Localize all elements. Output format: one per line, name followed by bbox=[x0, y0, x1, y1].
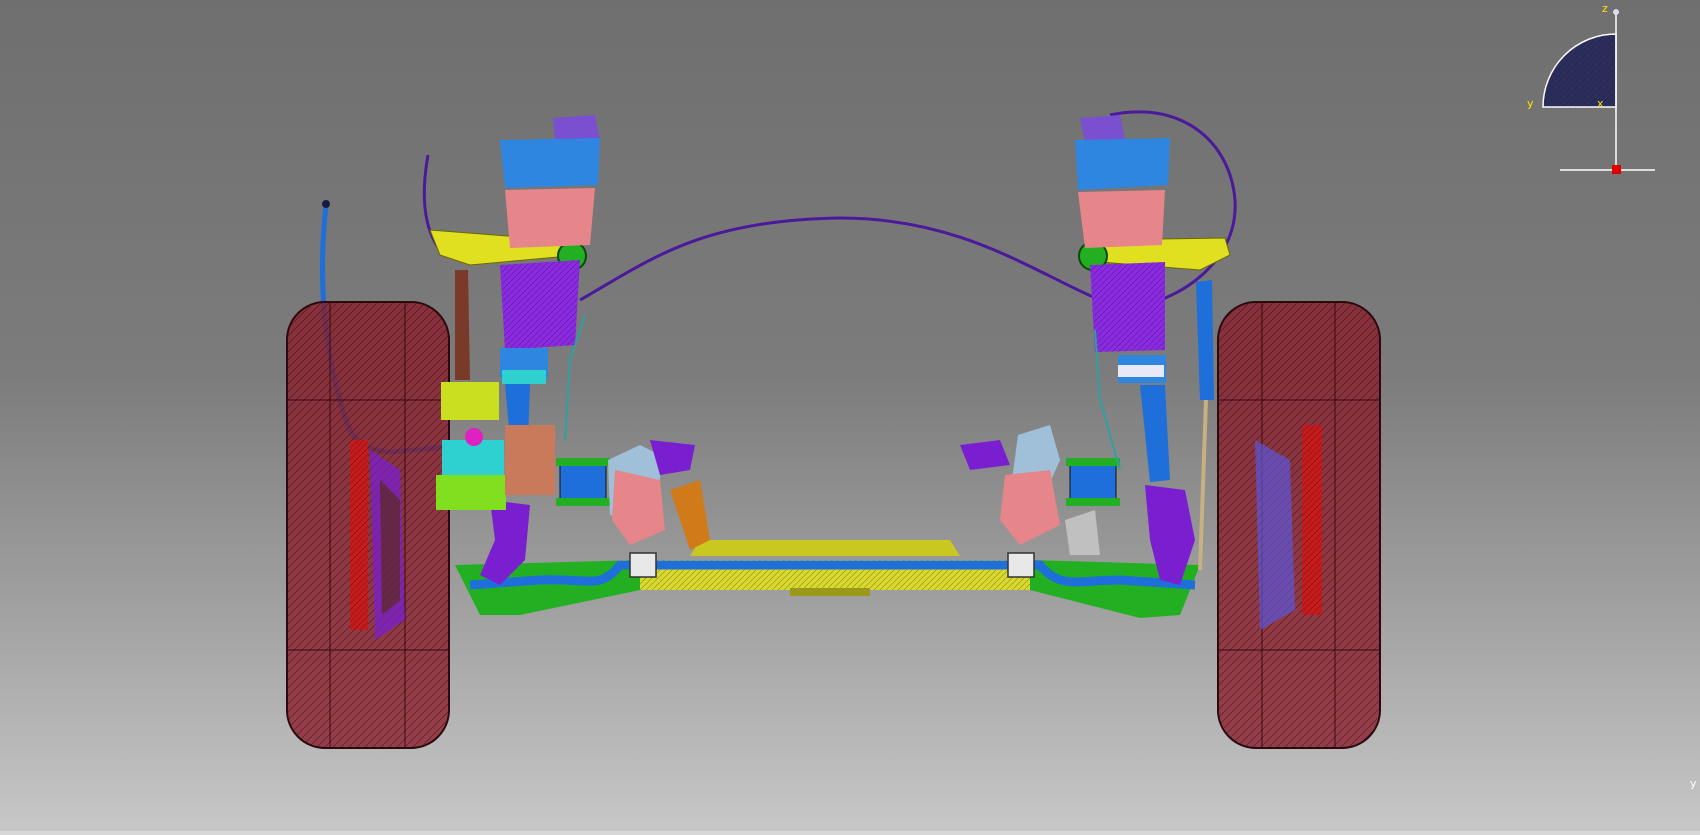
brake-line-fitting bbox=[322, 200, 330, 208]
air-spring-left bbox=[500, 115, 600, 440]
left-brake-rotor bbox=[350, 440, 405, 640]
viewport-bottom-border bbox=[0, 831, 1700, 835]
engine-mount-right bbox=[960, 425, 1120, 555]
right-tire bbox=[1217, 301, 1381, 749]
cad-3d-viewport[interactable]: z y x y bbox=[0, 0, 1700, 835]
engine-mount-left bbox=[556, 440, 710, 550]
origin-marker bbox=[1612, 165, 1621, 174]
orientation-compass[interactable]: z y x bbox=[1520, 0, 1700, 180]
stabilizer-bushing-left bbox=[629, 552, 657, 578]
harness-cable bbox=[579, 216, 1101, 302]
z-axis-tip bbox=[1613, 9, 1619, 15]
front-suspension-assembly[interactable] bbox=[0, 0, 1700, 835]
corner-axis-label: y bbox=[1690, 777, 1697, 790]
stabilizer-bushing-right bbox=[1007, 552, 1035, 578]
compass-y-label: y bbox=[1527, 97, 1534, 110]
compass-x-label: x bbox=[1597, 97, 1604, 110]
compass-z-label: z bbox=[1602, 2, 1608, 15]
